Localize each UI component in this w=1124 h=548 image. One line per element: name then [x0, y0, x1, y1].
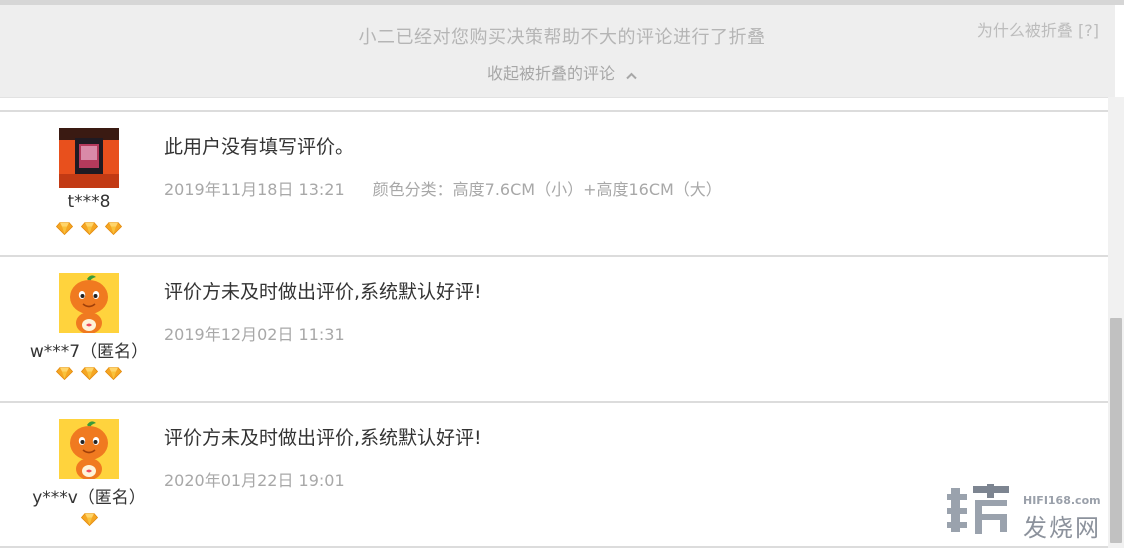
avatar[interactable]	[59, 128, 119, 188]
diamond-icon	[105, 222, 122, 235]
avatar[interactable]	[59, 419, 119, 479]
reviewer-name: t***8	[67, 192, 111, 212]
review-sku: 颜色分类：高度7.6CM（小）+高度16CM（大）	[372, 180, 722, 199]
diamond-icon	[56, 222, 73, 235]
buyer-rating	[0, 222, 178, 235]
watermark-domain: HIFI168.com	[1023, 494, 1101, 507]
buyer-rating	[0, 367, 178, 380]
why-folded-link[interactable]: 为什么被折叠 [?]	[977, 17, 1099, 41]
chevron-up-icon	[626, 65, 637, 84]
scrollbar-thumb[interactable]	[1110, 318, 1122, 543]
diamond-icon	[81, 222, 98, 235]
fold-notice-message: 小二已经对您购买决策帮助不大的评论进行了折叠	[358, 27, 766, 48]
hifi168-logo-icon	[947, 484, 1009, 534]
review-meta: 2020年01月22日 19:01	[164, 467, 345, 491]
review-meta: 2019年11月18日 13:21 颜色分类：高度7.6CM（小）+高度16CM（…	[164, 176, 722, 200]
collapse-folded-reviews-link[interactable]: 收起被折叠的评论	[0, 60, 1124, 84]
fold-notice-banner: 小二已经对您购买决策帮助不大的评论进行了折叠 收起被折叠的评论 为什么被折叠 […	[0, 5, 1115, 98]
diamond-icon	[105, 367, 122, 380]
diamond-icon	[56, 367, 73, 380]
review-item: w***7（匿名） 评价方未及时做出评价,系统默认好评! 2019年12月02日…	[0, 257, 1108, 401]
review-date: 2019年11月18日 13:21	[164, 180, 345, 199]
buyer-rating	[0, 513, 178, 526]
avatar[interactable]	[59, 273, 119, 333]
diamond-icon	[81, 513, 98, 526]
review-date: 2019年12月02日 11:31	[164, 325, 345, 344]
reviewer-name: y***v（匿名）	[32, 488, 146, 508]
review-date: 2020年01月22日 19:01	[164, 471, 345, 490]
review-text: 评价方未及时做出评价,系统默认好评!	[164, 281, 482, 303]
watermark-name: 发烧网	[1023, 514, 1101, 542]
site-watermark: HIFI168.com 发烧网	[947, 484, 1107, 542]
review-item: y***v（匿名） 评价方未及时做出评价,系统默认好评! 2020年01月22日…	[0, 403, 1108, 547]
review-item: t***8 此用户没有填写评价。 2019年11月18日 13:21 颜色分类：高…	[0, 112, 1108, 256]
diamond-icon	[81, 367, 98, 380]
review-meta: 2019年12月02日 11:31	[164, 321, 345, 345]
review-text: 评价方未及时做出评价,系统默认好评!	[164, 427, 482, 449]
reviewer-name: w***7（匿名）	[29, 342, 149, 362]
review-text: 此用户没有填写评价。	[164, 136, 355, 158]
collapse-folded-reviews-label: 收起被折叠的评论	[486, 64, 615, 83]
